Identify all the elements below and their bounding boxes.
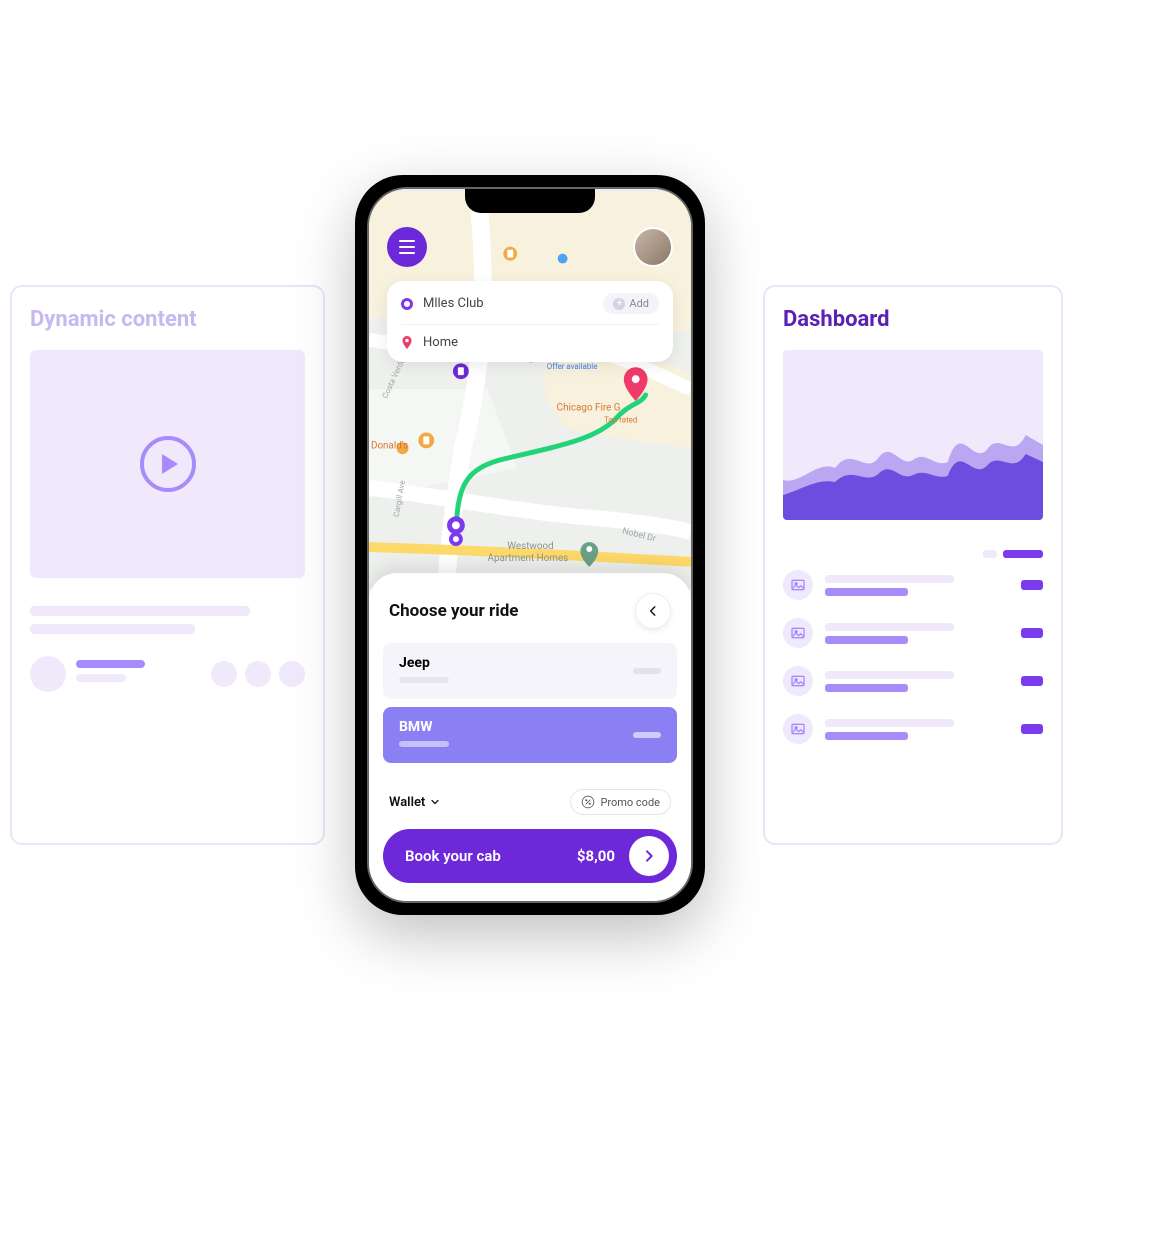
dropoff-label: Home bbox=[423, 335, 458, 350]
list-item[interactable] bbox=[783, 666, 1043, 696]
plus-icon: + bbox=[613, 298, 625, 310]
pickup-icon bbox=[401, 298, 413, 310]
ride-option-jeep[interactable]: Jeep bbox=[383, 643, 677, 699]
phone-mockup: Foot Locker Offer available Chicago Fire… bbox=[355, 175, 705, 915]
play-icon bbox=[140, 436, 196, 492]
add-label: Add bbox=[629, 297, 649, 310]
ride-sheet: Choose your ride Jeep BMW bbox=[369, 573, 691, 901]
back-button[interactable] bbox=[635, 593, 671, 629]
map-label-toprated: Top rated bbox=[604, 416, 637, 425]
user-avatar[interactable] bbox=[633, 227, 673, 267]
map-label-offer: Offer available bbox=[547, 362, 598, 371]
dashboard-title: Dashboard bbox=[783, 307, 1043, 332]
map-label-apthomes: Apartment Homes bbox=[488, 553, 569, 564]
book-label: Book your cab bbox=[405, 847, 501, 865]
image-icon bbox=[783, 714, 813, 744]
image-icon bbox=[783, 666, 813, 696]
dynamic-content-card: Dynamic content bbox=[10, 285, 325, 845]
menu-button[interactable] bbox=[387, 227, 427, 267]
skeleton-footer bbox=[30, 656, 305, 692]
locations-card: Mlles Club + Add Home bbox=[387, 281, 673, 362]
chevron-left-icon bbox=[646, 604, 660, 618]
dashboard-card: Dashboard bbox=[763, 285, 1063, 845]
book-button[interactable]: Book your cab $8,00 bbox=[383, 829, 677, 883]
percent-icon bbox=[581, 795, 595, 809]
map-label-chicago: Chicago Fire G bbox=[557, 403, 621, 414]
dashboard-list-header bbox=[783, 550, 1043, 558]
ride-option-bmw[interactable]: BMW bbox=[383, 707, 677, 763]
list-item[interactable] bbox=[783, 570, 1043, 600]
payment-selector[interactable]: Wallet bbox=[389, 795, 441, 810]
promo-code-button[interactable]: Promo code bbox=[570, 789, 671, 815]
image-icon bbox=[783, 570, 813, 600]
ride-name: BMW bbox=[399, 719, 661, 735]
video-placeholder[interactable] bbox=[30, 350, 305, 578]
dropoff-icon bbox=[401, 336, 413, 350]
map-label-donalds: Donald's bbox=[371, 440, 408, 451]
dropoff-row[interactable]: Home bbox=[401, 324, 659, 350]
dynamic-content-title: Dynamic content bbox=[30, 307, 305, 332]
sheet-title: Choose your ride bbox=[389, 601, 518, 621]
ride-name: Jeep bbox=[399, 655, 661, 671]
list-item[interactable] bbox=[783, 618, 1043, 648]
promo-label: Promo code bbox=[600, 796, 660, 809]
go-icon bbox=[629, 836, 669, 876]
dashboard-chart bbox=[783, 350, 1043, 520]
skeleton-text bbox=[30, 606, 305, 634]
pickup-label: Mlles Club bbox=[423, 296, 484, 311]
list-item[interactable] bbox=[783, 714, 1043, 744]
skeleton-avatar bbox=[30, 656, 66, 692]
wallet-label: Wallet bbox=[389, 795, 425, 810]
chevron-down-icon bbox=[429, 796, 441, 808]
add-stop-button[interactable]: + Add bbox=[603, 293, 659, 314]
map-label-westwood: Westwood bbox=[507, 541, 553, 552]
book-price: $8,00 bbox=[577, 847, 615, 865]
image-icon bbox=[783, 618, 813, 648]
phone-notch bbox=[465, 189, 595, 213]
pickup-row[interactable]: Mlles Club + Add bbox=[401, 293, 659, 314]
